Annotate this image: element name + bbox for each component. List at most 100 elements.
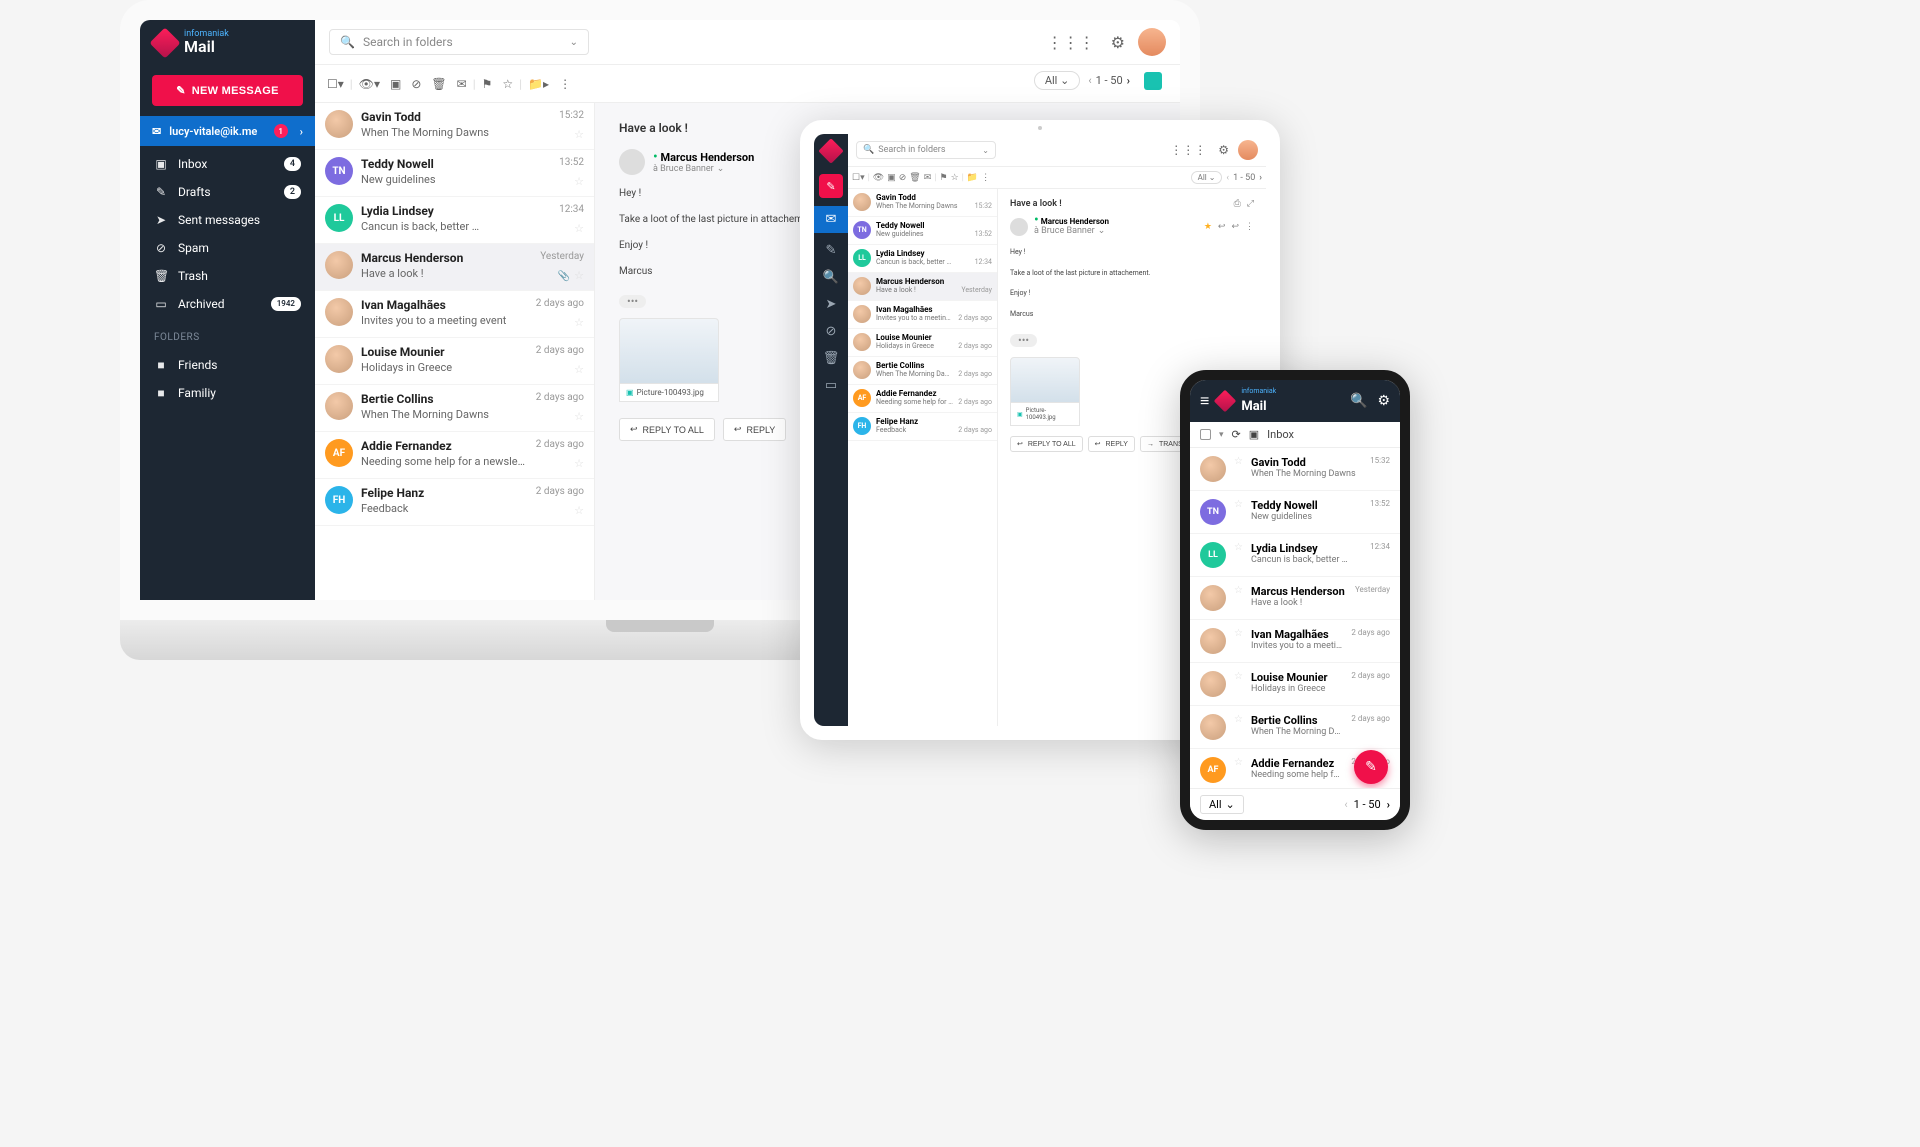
popout-icon[interactable]: ⤢	[1247, 199, 1254, 209]
delete-action-icon[interactable]: 🗑	[427, 75, 450, 93]
attachment-thumbnail[interactable]	[1010, 357, 1080, 403]
compose-button[interactable]: ✎ NEW MESSAGE	[152, 75, 303, 106]
star-icon[interactable]: ☆	[1234, 628, 1243, 639]
read-toggle-icon[interactable]: 👁▾	[355, 75, 384, 93]
nav-search[interactable]: 🔍	[814, 268, 848, 287]
nav-sent[interactable]: ➤ Sent messages	[140, 206, 315, 234]
reply-all-button[interactable]: ↩REPLY TO ALL	[619, 418, 715, 441]
star-action-icon[interactable]: ☆	[951, 173, 959, 183]
settings-icon[interactable]: ⚙	[1215, 140, 1232, 160]
message-row[interactable]: Gavin ToddWhen The Morning Dawns15:32	[848, 189, 997, 217]
compose-fab[interactable]: ✎	[1354, 750, 1388, 784]
menu-icon[interactable]: ≡	[1200, 391, 1209, 411]
search-input[interactable]: 🔍 Search in folders ⌄	[329, 29, 589, 55]
select-all-checkbox[interactable]	[1200, 429, 1211, 440]
star-icon[interactable]: ☆	[574, 457, 584, 470]
account-selector[interactable]: ✉ lucy-vitale@ik.me 1 ›	[140, 116, 315, 146]
more-action-icon[interactable]: ⋮	[981, 173, 990, 183]
user-avatar[interactable]	[1238, 140, 1258, 160]
message-row[interactable]: Louise MounierHolidays in Greece2 days a…	[848, 329, 997, 357]
message-row[interactable]: Ivan MagalhãesInvites you to a meeting e…	[848, 301, 997, 329]
nav-drafts[interactable]: ✎	[814, 241, 848, 260]
message-row[interactable]: FHFelipe HanzFeedback2 days ago	[848, 413, 997, 441]
spam-action-icon[interactable]: ⊘	[899, 173, 907, 183]
star-icon[interactable]: ☆	[574, 316, 584, 329]
archive-action-icon[interactable]: ▣	[887, 173, 896, 183]
message-row[interactable]: AFAddie FernandezNeeding some help for a…	[848, 385, 997, 413]
user-avatar[interactable]	[1138, 28, 1166, 56]
star-icon[interactable]: ☆	[1234, 542, 1243, 553]
pager-prev[interactable]: ‹	[1344, 798, 1347, 811]
print-icon[interactable]: ⎙	[1234, 199, 1241, 209]
nav-sent[interactable]: ➤	[814, 295, 848, 314]
select-all-checkbox[interactable]: ☐▾	[852, 173, 865, 183]
more-action-icon[interactable]: ⋮	[555, 75, 575, 93]
star-icon[interactable]: ☆	[574, 269, 584, 282]
nav-drafts[interactable]: ✎ Drafts 2	[140, 178, 315, 206]
message-row[interactable]: AFAddie FernandezNeeding some help for a…	[315, 432, 594, 479]
folder-friends[interactable]: ■ Friends	[140, 351, 315, 379]
chevron-down-icon[interactable]: ⌄	[1098, 226, 1106, 236]
apps-grid-icon[interactable]: ⋮⋮⋮	[1167, 140, 1209, 160]
pager-next[interactable]: ›	[1259, 173, 1262, 183]
move-action-icon[interactable]: 📁▸	[524, 75, 553, 93]
pager-next[interactable]: ›	[1387, 798, 1390, 811]
message-row[interactable]: TNTeddy NowellNew guidelines13:52	[848, 217, 997, 245]
reply-button[interactable]: ↩ REPLY	[1088, 436, 1135, 452]
reply-all-button[interactable]: ↩ REPLY TO ALL	[1010, 436, 1083, 452]
select-all-checkbox[interactable]: ☐▾	[323, 75, 348, 93]
message-row[interactable]: ☆Louise MounierHolidays in Greece2 days …	[1190, 663, 1400, 706]
star-icon[interactable]: ☆	[574, 175, 584, 188]
star-icon[interactable]: ☆	[574, 128, 584, 141]
reply-icon[interactable]: ↩	[1218, 222, 1226, 232]
message-row[interactable]: ☆Marcus HendersonHave a look !Yesterday	[1190, 577, 1400, 620]
search-input[interactable]: 🔍 Search in folders ⌄	[856, 141, 996, 159]
star-icon[interactable]: ☆	[1234, 456, 1243, 467]
attachment-thumbnail[interactable]	[619, 318, 719, 384]
markread-action-icon[interactable]: ✉	[453, 75, 471, 93]
compose-button[interactable]: ✎	[819, 174, 843, 198]
promo-badge-icon[interactable]	[1144, 72, 1162, 90]
pager-prev[interactable]: ‹	[1088, 74, 1091, 87]
pager-prev[interactable]: ‹	[1226, 173, 1229, 183]
chevron-down-icon[interactable]: ⌄	[717, 164, 725, 174]
flag-action-icon[interactable]: ⚑	[478, 75, 497, 93]
archive-action-icon[interactable]: ▣	[386, 75, 405, 93]
expand-quote-button[interactable]: •••	[1010, 334, 1037, 347]
reply-button[interactable]: ↩REPLY	[723, 418, 786, 441]
star-icon[interactable]: ☆	[574, 363, 584, 376]
nav-spam[interactable]: ⊘ Spam	[140, 234, 315, 262]
star-icon[interactable]: ☆	[1234, 757, 1243, 768]
message-row[interactable]: LLLydia LindseyCancun is back, better …1…	[315, 197, 594, 244]
message-row[interactable]: ☆Bertie CollinsWhen The Morning Dawns2 d…	[1190, 706, 1400, 749]
spam-action-icon[interactable]: ⊘	[407, 75, 425, 93]
filter-all-dropdown[interactable]: All ⌄	[1200, 795, 1244, 814]
attachment-row[interactable]: ▣ Picture-100493.jpg	[619, 384, 719, 402]
expand-quote-button[interactable]: •••	[619, 295, 646, 308]
message-row[interactable]: ☆Ivan MagalhãesInvites you to a meeting …	[1190, 620, 1400, 663]
star-icon[interactable]: ☆	[1234, 585, 1243, 596]
settings-icon[interactable]: ⚙	[1108, 30, 1128, 55]
nav-archived[interactable]: ▭	[814, 376, 848, 395]
star-icon[interactable]: ☆	[1234, 714, 1243, 725]
delete-action-icon[interactable]: 🗑	[909, 173, 920, 183]
move-action-icon[interactable]: 📁	[967, 173, 978, 183]
search-icon[interactable]: 🔍	[1350, 393, 1367, 409]
nav-archived[interactable]: ▭ Archived 1942	[140, 290, 315, 318]
message-row[interactable]: Bertie CollinsWhen The Morning Dawns2 da…	[848, 357, 997, 385]
apps-grid-icon[interactable]: ⋮⋮⋮	[1044, 30, 1098, 55]
pager-next[interactable]: ›	[1127, 74, 1130, 87]
message-row[interactable]: Bertie CollinsWhen The Morning Dawns2 da…	[315, 385, 594, 432]
read-toggle-icon[interactable]: 👁	[873, 173, 884, 183]
star-action-icon[interactable]: ☆	[498, 75, 517, 93]
star-icon[interactable]: ★	[1204, 222, 1212, 232]
nav-trash[interactable]: 🗑	[814, 349, 848, 368]
nav-trash[interactable]: 🗑 Trash	[140, 262, 315, 290]
message-row[interactable]: LLLydia LindseyCancun is back, better …1…	[848, 245, 997, 273]
message-row[interactable]: FHFelipe HanzFeedback2 days ago☆	[315, 479, 594, 526]
markread-action-icon[interactable]: ✉	[924, 173, 932, 183]
refresh-icon[interactable]: ⟳	[1232, 428, 1241, 441]
attachment-row[interactable]: ▣ Picture-100493.jpg	[1010, 403, 1080, 426]
settings-icon[interactable]: ⚙	[1377, 393, 1390, 409]
message-row[interactable]: TN☆Teddy NowellNew guidelines13:52	[1190, 491, 1400, 534]
